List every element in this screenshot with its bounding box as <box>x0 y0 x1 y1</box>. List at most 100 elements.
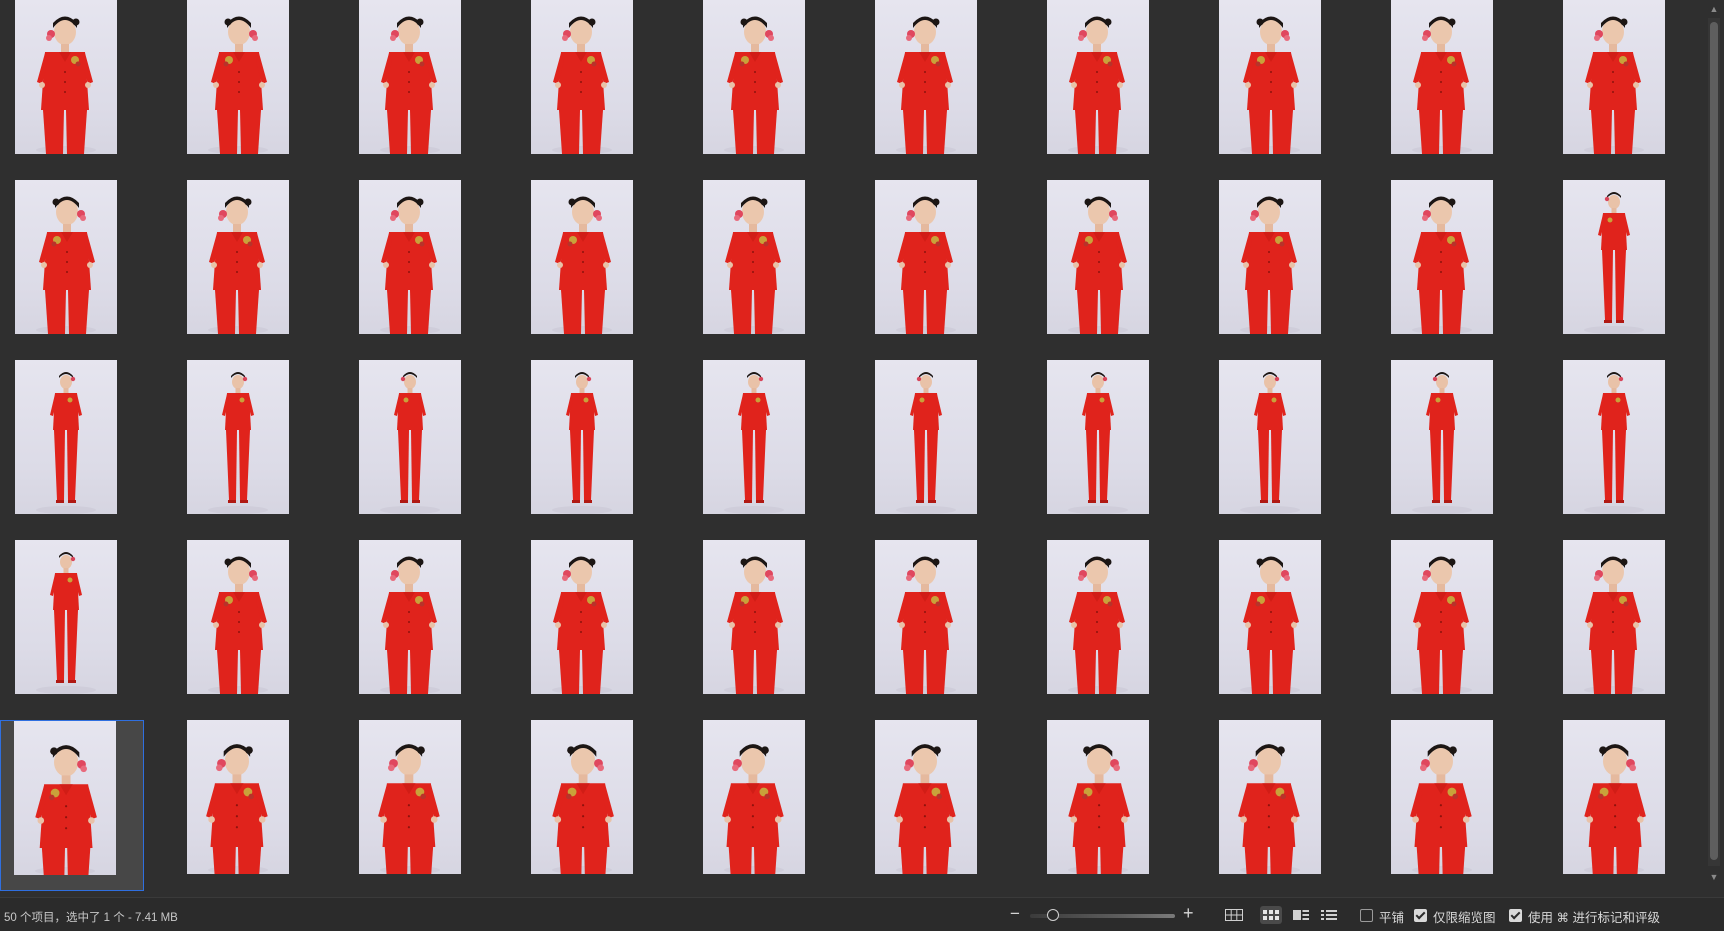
photo-thumbnail[interactable] <box>1391 360 1493 514</box>
photo-thumbnail[interactable] <box>14 721 116 875</box>
vertical-scrollbar[interactable]: ▲ ▼ <box>1704 0 1724 888</box>
photo-thumbnail[interactable] <box>703 720 805 874</box>
thumbnail-item[interactable] <box>1548 360 1692 531</box>
cmd-rate-checkbox[interactable] <box>1509 909 1522 922</box>
photo-thumbnail[interactable] <box>1047 540 1149 694</box>
thumbnail-item[interactable] <box>1032 540 1176 711</box>
thumbnail-grid[interactable] <box>0 0 1704 891</box>
zoom-slider-handle[interactable] <box>1046 909 1059 921</box>
list-view-button[interactable] <box>1318 906 1340 924</box>
thumbnail-item[interactable] <box>0 360 144 531</box>
thumbnail-item[interactable] <box>1204 360 1348 531</box>
thumbnail-item[interactable] <box>344 360 488 531</box>
thumbnail-item[interactable] <box>1376 0 1520 171</box>
photo-thumbnail[interactable] <box>703 360 805 514</box>
photo-thumbnail[interactable] <box>15 540 117 694</box>
photo-thumbnail[interactable] <box>359 720 461 874</box>
grid-view-button[interactable] <box>1223 906 1245 924</box>
photo-thumbnail[interactable] <box>187 720 289 874</box>
thumbnail-item[interactable] <box>860 180 1004 351</box>
photo-thumbnail[interactable] <box>703 180 805 334</box>
thumbnail-item[interactable] <box>1032 0 1176 171</box>
thumbnail-item[interactable] <box>1032 180 1176 351</box>
thumbnail-item[interactable] <box>172 0 316 171</box>
thumbnail-item[interactable] <box>860 540 1004 711</box>
photo-thumbnail[interactable] <box>1563 0 1665 154</box>
photo-thumbnail[interactable] <box>359 180 461 334</box>
photo-thumbnail[interactable] <box>1391 540 1493 694</box>
photo-thumbnail[interactable] <box>1219 720 1321 874</box>
photo-thumbnail[interactable] <box>15 0 117 154</box>
photo-thumbnail[interactable] <box>875 180 977 334</box>
thumbnail-item[interactable] <box>1032 720 1176 891</box>
photo-thumbnail[interactable] <box>875 720 977 874</box>
thumbnail-item[interactable] <box>1204 540 1348 711</box>
photo-thumbnail[interactable] <box>1219 360 1321 514</box>
photo-thumbnail[interactable] <box>531 180 633 334</box>
thumbnail-item[interactable] <box>1204 180 1348 351</box>
photo-thumbnail[interactable] <box>359 360 461 514</box>
thumbnail-item[interactable] <box>516 540 660 711</box>
thumbnail-item[interactable] <box>860 0 1004 171</box>
photo-thumbnail[interactable] <box>531 360 633 514</box>
photo-thumbnail[interactable] <box>1219 0 1321 154</box>
thumbnail-item[interactable] <box>0 0 144 171</box>
photo-thumbnail[interactable] <box>1047 360 1149 514</box>
thumbnail-item[interactable] <box>688 540 832 711</box>
thumbnail-item[interactable] <box>1204 720 1348 891</box>
thumbnail-item[interactable] <box>516 0 660 171</box>
thumbnails-only-option[interactable]: 仅限缩览图 <box>1414 907 1496 925</box>
photo-thumbnail[interactable] <box>531 540 633 694</box>
thumbnail-item[interactable] <box>0 180 144 351</box>
zoom-out-icon[interactable]: − <box>1010 904 1020 924</box>
thumbnail-item[interactable] <box>344 180 488 351</box>
scroll-thumb[interactable] <box>1710 22 1718 860</box>
filmstrip-view-button[interactable] <box>1290 906 1312 924</box>
thumbnail-item[interactable] <box>1548 720 1692 891</box>
thumbnail-item[interactable] <box>516 360 660 531</box>
photo-thumbnail[interactable] <box>1219 540 1321 694</box>
thumbnail-item[interactable] <box>172 540 316 711</box>
thumbnail-item[interactable] <box>516 180 660 351</box>
photo-thumbnail[interactable] <box>15 360 117 514</box>
thumbnail-item[interactable] <box>1376 720 1520 891</box>
thumbnail-item[interactable] <box>1376 180 1520 351</box>
thumbnail-item[interactable] <box>1032 360 1176 531</box>
scroll-down-arrow-icon[interactable]: ▼ <box>1709 872 1719 882</box>
photo-thumbnail[interactable] <box>1563 180 1665 334</box>
photo-thumbnail[interactable] <box>1047 180 1149 334</box>
thumbnail-item[interactable] <box>172 360 316 531</box>
photo-thumbnail[interactable] <box>875 540 977 694</box>
thumbnail-item[interactable] <box>1376 540 1520 711</box>
tile-checkbox[interactable] <box>1360 909 1373 922</box>
thumbnail-item[interactable] <box>1548 540 1692 711</box>
photo-thumbnail[interactable] <box>187 540 289 694</box>
tile-option[interactable]: 平铺 <box>1360 907 1404 925</box>
photo-thumbnail[interactable] <box>1563 540 1665 694</box>
photo-thumbnail[interactable] <box>1391 0 1493 154</box>
thumbnail-item[interactable] <box>172 720 316 891</box>
photo-thumbnail[interactable] <box>1047 0 1149 154</box>
thumbnail-item[interactable] <box>860 720 1004 891</box>
thumbnail-item[interactable] <box>688 0 832 171</box>
photo-thumbnail[interactable] <box>531 0 633 154</box>
thumbnail-view-button[interactable] <box>1260 906 1282 924</box>
photo-thumbnail[interactable] <box>703 540 805 694</box>
thumbnail-item[interactable] <box>688 360 832 531</box>
photo-thumbnail[interactable] <box>1391 720 1493 874</box>
thumbnail-item[interactable] <box>172 180 316 351</box>
photo-thumbnail[interactable] <box>1391 180 1493 334</box>
photo-thumbnail[interactable] <box>359 540 461 694</box>
photo-thumbnail[interactable] <box>875 0 977 154</box>
thumbnail-item[interactable] <box>860 360 1004 531</box>
cmd-rate-option[interactable]: 使用 ⌘ 进行标记和评级 <box>1509 907 1660 925</box>
thumbnail-item[interactable] <box>344 540 488 711</box>
photo-thumbnail[interactable] <box>187 180 289 334</box>
thumbnails-only-checkbox[interactable] <box>1414 909 1427 922</box>
photo-thumbnail[interactable] <box>1563 720 1665 874</box>
photo-thumbnail[interactable] <box>531 720 633 874</box>
thumbnail-item[interactable] <box>0 720 144 891</box>
thumbnail-item[interactable] <box>516 720 660 891</box>
thumbnail-item[interactable] <box>344 720 488 891</box>
photo-thumbnail[interactable] <box>359 0 461 154</box>
